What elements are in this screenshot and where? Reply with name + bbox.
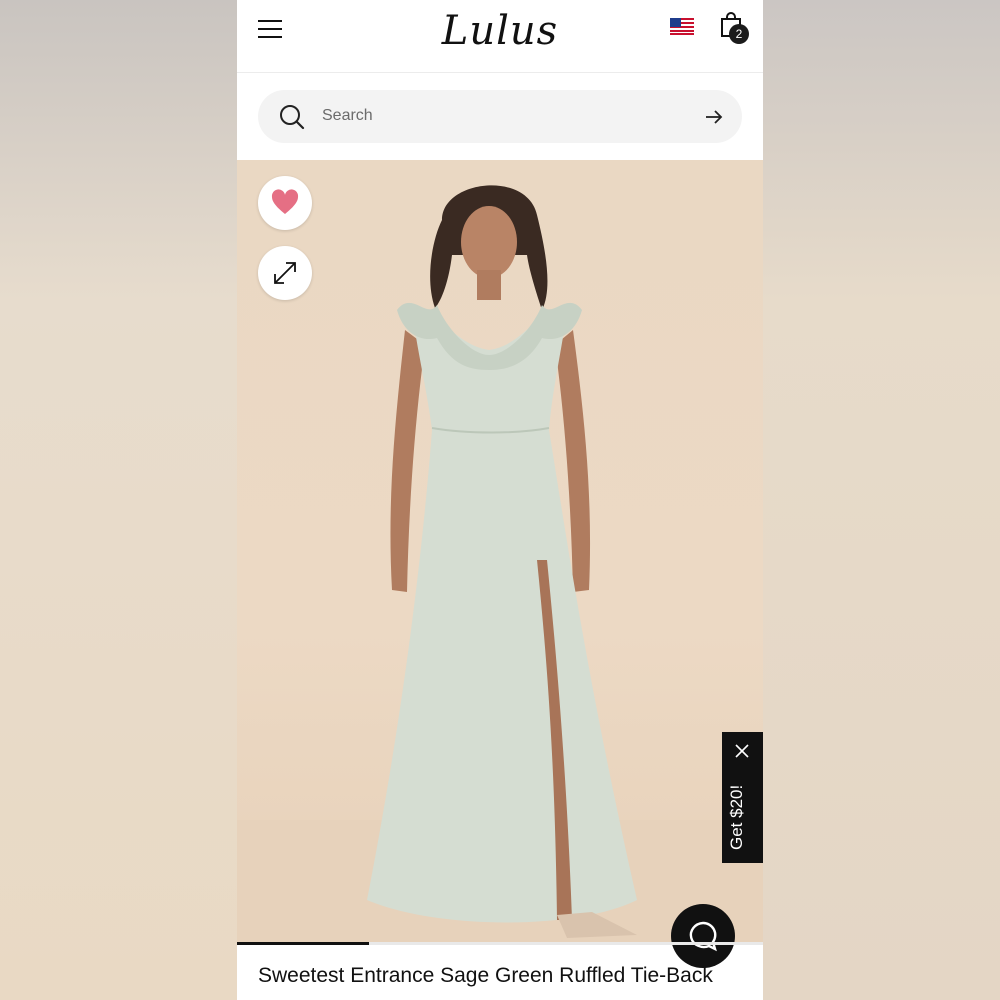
product-image[interactable]: Get $20! [237,160,763,942]
cart-count-badge: 2 [729,24,749,44]
model-dress-illustration [367,185,637,938]
phone-screen: Lulus 2 Search Get $20! Sweetest Entranc… [237,0,763,1000]
chat-bubble-icon [689,921,717,952]
background-right [763,0,1000,1000]
background-left [0,0,237,1000]
carousel-progress-fill [237,942,369,945]
product-title: Sweetest Entrance Sage Green Ruffled Tie… [258,964,713,987]
site-header: Lulus 2 [237,0,763,73]
expand-icon [274,262,296,284]
us-flag-icon[interactable] [670,18,694,35]
heart-icon [271,189,299,214]
search-input[interactable]: Search [322,107,373,125]
chat-button[interactable] [671,904,735,968]
arrow-right-icon[interactable] [704,108,724,126]
promo-label[interactable]: Get $20! [727,740,747,850]
search-icon [280,105,305,130]
promo-tab[interactable]: Get $20! [722,732,763,863]
image-carousel-progress [237,942,763,945]
expand-image-button[interactable] [258,246,312,300]
search-bar[interactable]: Search [258,90,742,143]
favorite-button[interactable] [258,176,312,230]
